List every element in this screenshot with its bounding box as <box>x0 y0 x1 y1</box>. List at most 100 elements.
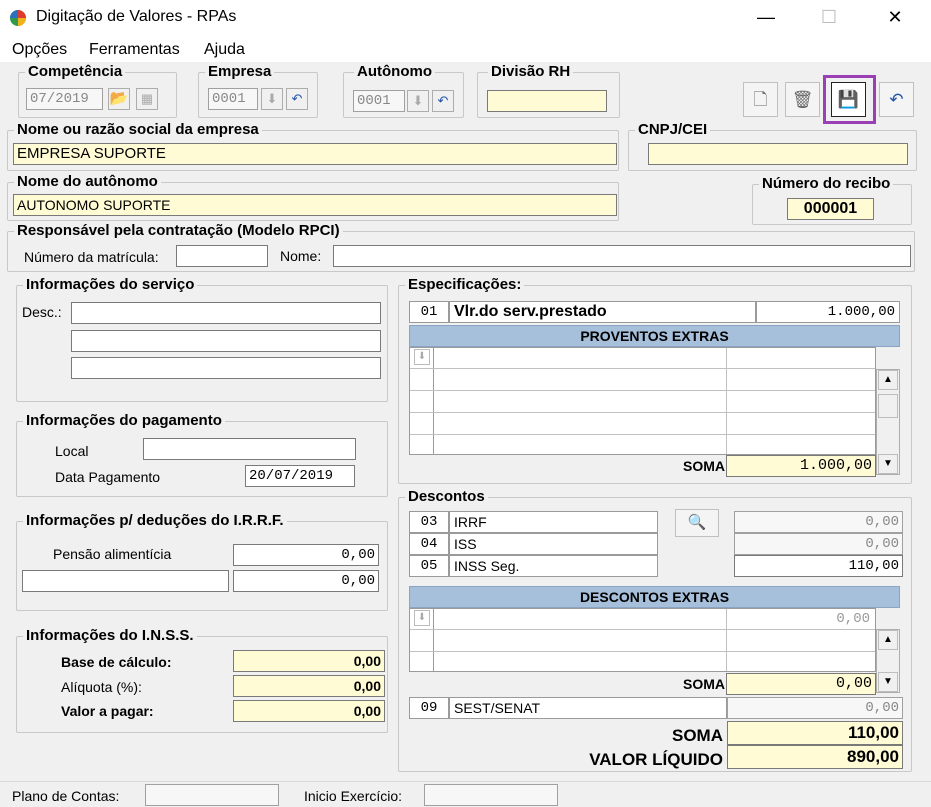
insert-row-icon[interactable]: ⬇ <box>414 349 430 365</box>
plano-contas-value <box>145 784 279 806</box>
proventos-extras-header: PROVENTOS EXTRAS <box>409 325 900 347</box>
sest-desc: SEST/SENAT <box>449 697 727 719</box>
trash-icon[interactable]: 🗑 <box>785 82 820 117</box>
razao-social-group: Nome ou razão social da empresa EMPRESA … <box>7 121 619 171</box>
divisao-input[interactable] <box>487 90 607 112</box>
data-pagamento-label: Data Pagamento <box>55 469 161 485</box>
total-soma-label: SOMA <box>672 726 723 745</box>
new-document-icon[interactable]: 🗋 <box>743 82 778 117</box>
servico-group: Informações do serviço Desc.: <box>16 276 388 402</box>
inss-group: Informações do I.N.S.S. Base de cálculo:… <box>16 627 388 733</box>
download-arrow-icon[interactable]: ⬇ <box>407 90 429 112</box>
menu-ajuda[interactable]: Ajuda <box>204 41 245 59</box>
desc-label: Desc.: <box>22 304 62 320</box>
undo-icon[interactable]: ↶ <box>432 90 454 112</box>
irrf-value: 0,00 <box>734 511 903 533</box>
servico-label: Informações do serviço <box>23 276 198 294</box>
minimize-button[interactable]: — <box>743 0 789 36</box>
close-button[interactable]: ✕ <box>872 0 918 36</box>
menu-bar: Opções Ferramentas Ajuda <box>0 36 931 62</box>
sest-code: 09 <box>409 697 449 719</box>
proventos-extras-grid[interactable]: ⬇ <box>409 347 876 455</box>
iss-code: 04 <box>409 533 449 555</box>
descontos-soma-value: 0,00 <box>726 673 876 695</box>
sest-value: 0,00 <box>727 697 903 719</box>
scroll-up-icon[interactable]: ▲ <box>878 630 898 650</box>
recibo-input[interactable]: 000001 <box>787 198 874 220</box>
menu-ferramentas[interactable]: Ferramentas <box>89 41 180 59</box>
pagamento-label: Informações do pagamento <box>23 412 225 430</box>
menu-opcoes[interactable]: Opções <box>12 41 67 59</box>
cnpj-label: CNPJ/CEI <box>635 121 711 139</box>
proventos-soma-label: SOMA <box>683 458 725 474</box>
proventos-scrollbar[interactable]: ▲ ▼ <box>876 369 900 475</box>
irrf-outro-desc-input[interactable] <box>22 570 229 592</box>
especificacoes-label: Especificações: <box>405 276 525 294</box>
desc-input-2[interactable] <box>71 330 381 352</box>
aliquota-input[interactable]: 0,00 <box>233 675 385 697</box>
nome-label: Nome: <box>280 248 322 264</box>
insert-row-icon[interactable]: ⬇ <box>414 610 430 626</box>
valor-pagar-input[interactable]: 0,00 <box>233 700 385 722</box>
divisao-group: Divisão RH <box>477 63 620 118</box>
valor-pagar-label: Valor a pagar: <box>61 703 154 719</box>
scroll-down-icon[interactable]: ▼ <box>878 672 898 692</box>
base-calculo-input[interactable]: 0,00 <box>233 650 385 672</box>
responsavel-label: Responsável pela contratação (Modelo RPC… <box>14 222 343 240</box>
empresa-label: Empresa <box>205 63 275 81</box>
descontos-scrollbar[interactable]: ▲ ▼ <box>876 629 900 693</box>
competencia-input[interactable]: 07/2019 <box>26 88 103 110</box>
irrf-desc: IRRF <box>449 511 658 533</box>
desc-input-1[interactable] <box>71 302 381 324</box>
local-input[interactable] <box>143 438 356 460</box>
nome-autonomo-group: Nome do autônomo AUTONOMO SUPORTE <box>7 173 619 221</box>
competencia-label: Competência <box>25 63 126 81</box>
calendar-grid-icon[interactable]: ▦ <box>136 88 158 110</box>
descontos-extras-header: DESCONTOS EXTRAS <box>409 586 900 608</box>
descontos-extras-grid[interactable]: ⬇ 0,00 <box>409 608 876 672</box>
total-soma-value: 110,00 <box>727 721 903 745</box>
divisao-label: Divisão RH <box>488 63 574 81</box>
download-arrow-icon[interactable]: ⬇ <box>261 88 283 110</box>
autonomo-input[interactable]: 0001 <box>353 90 405 112</box>
base-calculo-label: Base de cálculo: <box>61 654 172 670</box>
valor-liquido-label: VALOR LÍQUIDO <box>589 750 723 769</box>
razao-social-label: Nome ou razão social da empresa <box>14 121 262 139</box>
irrf-group: Informações p/ deduções do I.R.R.F. Pens… <box>16 512 388 611</box>
app-logo-icon <box>10 10 26 26</box>
save-floppy-icon[interactable]: 💾 <box>831 82 866 117</box>
desc-input-3[interactable] <box>71 357 381 379</box>
descontos-extras-value: 0,00 <box>836 611 870 627</box>
scroll-down-icon[interactable]: ▼ <box>878 454 898 474</box>
matricula-input[interactable] <box>176 245 268 267</box>
irrf-outro-value-input[interactable]: 0,00 <box>233 570 379 592</box>
inicio-exercicio-value <box>424 784 558 806</box>
razao-social-input[interactable]: EMPRESA SUPORTE <box>13 143 617 165</box>
nome-autonomo-label: Nome do autônomo <box>14 173 161 191</box>
cnpj-input[interactable] <box>648 143 908 165</box>
empresa-input[interactable]: 0001 <box>208 88 258 110</box>
inss-seg-value[interactable]: 110,00 <box>734 555 903 577</box>
plano-contas-label: Plano de Contas: <box>12 788 120 804</box>
matricula-label: Número da matrícula: <box>24 249 159 265</box>
empresa-group: Empresa 0001 ⬇ ↶ <box>198 63 318 118</box>
inss-seg-desc: INSS Seg. <box>449 555 658 577</box>
maximize-button: ☐ <box>820 7 838 27</box>
pensao-input[interactable]: 0,00 <box>233 544 379 566</box>
inicio-exercicio-label: Inicio Exercício: <box>304 788 403 804</box>
valor-liquido-value: 890,00 <box>727 745 903 769</box>
responsavel-nome-input[interactable] <box>333 245 911 267</box>
open-folder-icon[interactable]: 📂 <box>108 88 130 110</box>
servico-code: 01 <box>409 301 449 323</box>
nome-autonomo-input[interactable]: AUTONOMO SUPORTE <box>13 194 617 216</box>
servico-value[interactable]: 1.000,00 <box>756 301 900 323</box>
undo-icon[interactable]: ↶ <box>879 82 914 117</box>
undo-icon[interactable]: ↶ <box>286 88 308 110</box>
scroll-up-icon[interactable]: ▲ <box>878 370 898 390</box>
irrf-label: Informações p/ deduções do I.R.R.F. <box>23 512 287 530</box>
magnifier-icon[interactable]: 🔍 <box>675 509 719 537</box>
competencia-group: Competência 07/2019 📂 ▦ <box>18 63 177 118</box>
scroll-thumb[interactable] <box>878 394 898 418</box>
data-pagamento-input[interactable]: 20/07/2019 <box>245 465 355 487</box>
autonomo-label: Autônomo <box>354 63 435 81</box>
